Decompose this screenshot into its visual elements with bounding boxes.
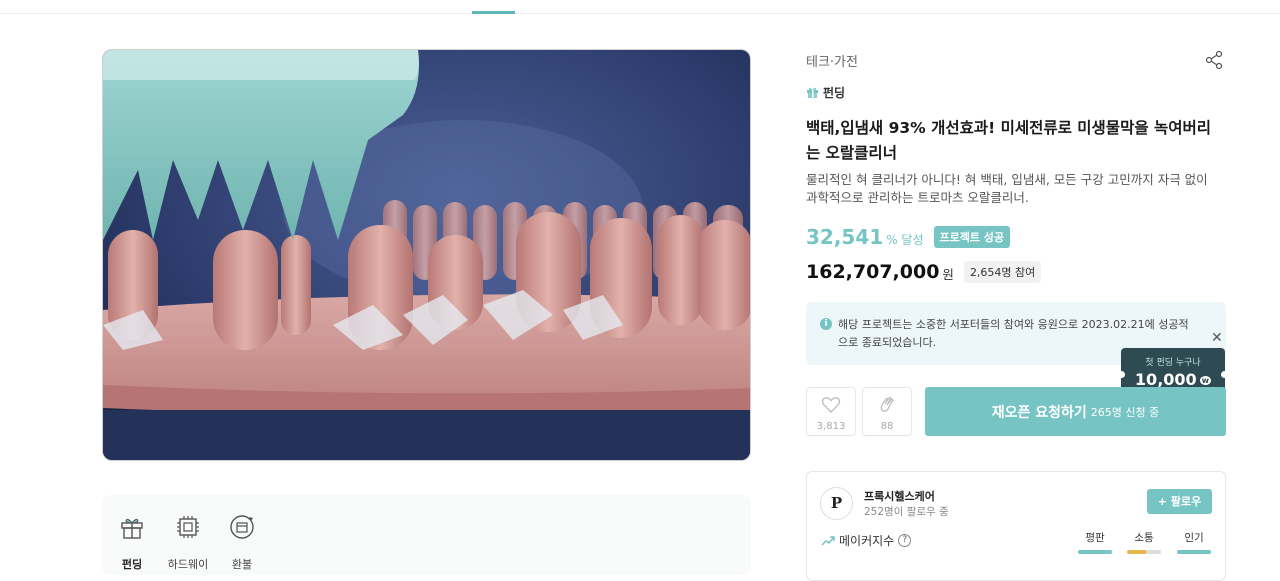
benefit-label: 펀딩 [121,558,143,571]
metric-label: 인기 [1184,532,1204,544]
project-type-badge: 펀딩 [806,84,845,101]
trend-up-icon [821,535,835,546]
amount-unit: 원 [942,267,954,282]
metric-fill [1177,550,1211,554]
achievement-unit: % 달성 [886,232,924,247]
funded-amount: 162,707,000 [806,261,940,283]
cheer-count: 88 [880,421,894,432]
maker-follower-count: 252명이 팔로우 중 [864,506,949,518]
amount-row: 162,707,000 원 2,654명 참여 [806,261,1042,283]
coupon-notch [1118,371,1125,378]
project-type-label: 펀딩 [823,86,846,100]
metric-popularity: 인기 [1177,530,1211,554]
metric-communication: 소통 [1127,530,1161,554]
gift-icon [121,518,143,539]
product-hero-image[interactable] [102,49,751,461]
status-badge: 프로젝트 성공 [933,226,1011,248]
benefit-refund[interactable]: 환불 [212,513,272,572]
follow-button[interactable]: + 팔로우 [1147,489,1212,514]
metric-bar [1127,550,1161,554]
maker-card: P 프록시헬스케어 252명이 팔로우 중 + 팔로우 메이커지수 ? 평판 소… [806,471,1226,581]
tongue-illustration [103,50,750,460]
reopen-label: 재오픈 요청하기 [991,404,1087,421]
metric-reputation: 평판 [1078,530,1112,554]
close-icon[interactable]: ✕ [1211,330,1223,346]
achievement-row: 32,541 % 달성 프로젝트 성공 [806,225,1011,249]
achievement-rate: 32,541 [806,225,884,249]
project-description: 물리적인 혀 클리너가 아니다! 혀 백태, 입냄새, 모든 구강 고민까지 자… [806,172,1208,205]
metric-bar [1177,550,1211,554]
benefit-hardware[interactable]: 하드웨이 [158,513,218,572]
benefit-label: 환불 [231,558,253,571]
metric-fill [1127,550,1146,554]
category-label[interactable]: 테크·가전 [806,51,858,70]
coupon-label: 첫 펀딩 누구나 [1145,358,1201,368]
maker-avatar[interactable]: P [820,487,853,520]
maker-index-label: 메이커지수 [839,534,895,548]
coupon-currency: w [1199,376,1212,385]
follow-label: 팔로우 [1170,495,1202,508]
refund-icon [230,515,254,539]
help-icon[interactable]: ? [898,534,912,547]
cheer-button[interactable]: 88 [862,387,912,436]
supporters-badge: 2,654명 참여 [963,261,1042,283]
share-icon[interactable] [1204,50,1224,70]
maker-logo-letter: P [830,494,843,512]
top-navigation-bar [0,0,1280,14]
active-tab-indicator [472,11,515,14]
gift-icon [807,87,818,98]
page-title: 백태,입냄새 93% 개선효과! 미세전류로 미생물막을 녹여버리는 오랄클리너 [806,119,1212,162]
reopen-request-button[interactable]: 재오픈 요청하기 265명 신청 중 [925,387,1226,436]
metric-label: 평판 [1085,532,1105,544]
benefit-funding[interactable]: 펀딩 [102,513,162,572]
maker-name[interactable]: 프록시헬스케어 [864,488,935,504]
benefit-card: 펀딩 하드웨이 환불 [102,495,751,575]
like-count: 3,813 [816,421,846,432]
reopen-count: 265명 신청 중 [1090,405,1160,419]
chip-icon [177,516,199,538]
metric-label: 소통 [1134,532,1154,544]
clap-icon [880,396,894,412]
coupon-notch [1221,371,1228,378]
benefit-label: 하드웨이 [167,558,209,571]
heart-icon [821,397,841,413]
maker-index: 메이커지수 ? [821,532,912,549]
metric-bar [1078,550,1112,554]
like-button[interactable]: 3,813 [806,387,856,436]
plus-icon: + [1157,495,1167,508]
notice-text: 해당 프로젝트는 소중한 서포터들의 참여와 응원으로 2023.02.21에 … [838,318,1189,349]
info-icon: i [820,318,832,330]
metric-fill [1078,550,1112,554]
